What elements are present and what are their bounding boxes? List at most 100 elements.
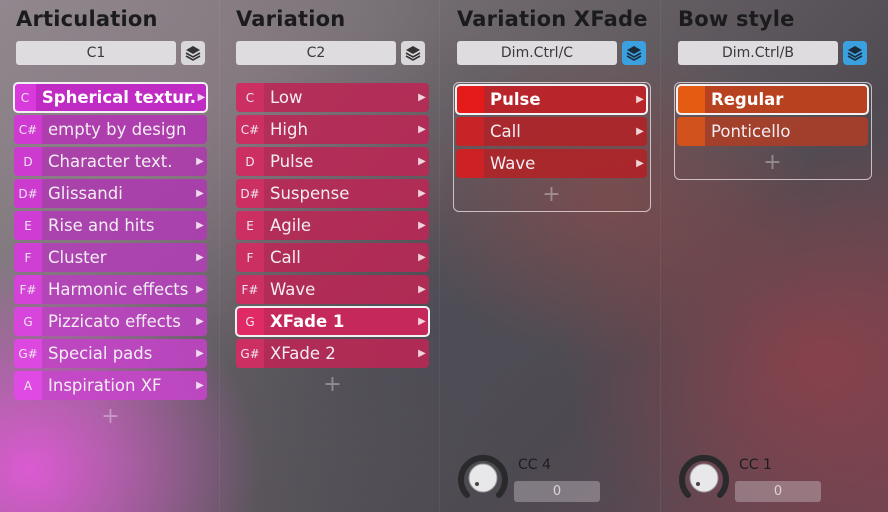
chevron-right-icon: ▶ [418,284,426,295]
key-label: F# [236,275,264,304]
chevron-right-icon: ▶ [418,188,426,199]
xfade-item[interactable]: Wave ▶ [456,149,647,178]
articulation-item[interactable]: A Inspiration XF ▶ [14,371,207,400]
articulation-selector[interactable]: C1 [16,41,176,65]
item-label: Cluster [48,248,107,267]
cc4-value-field[interactable]: 0 [514,481,600,502]
key-label: G# [236,339,264,368]
chevron-right-icon: ▶ [418,220,426,231]
color-swatch [456,85,484,114]
variation-item[interactable]: E Agile ▶ [236,211,429,240]
variation-title: Variation [236,7,346,31]
variation-item[interactable]: C Low ▶ [236,83,429,112]
articulation-item[interactable]: E Rise and hits ▶ [14,211,207,240]
chevron-right-icon: ▶ [418,124,426,135]
chevron-right-icon: ▶ [418,92,426,103]
add-xfade-button[interactable]: + [456,181,647,209]
item-label: Rise and hits [48,216,155,235]
variation-xfade-panel: Pulse ▶ Call ▶ Wave ▶ + [453,82,651,212]
bow-style-layers-button[interactable] [843,41,867,65]
item-label: Regular [711,90,784,109]
key-label: G# [14,339,42,368]
chevron-right-icon: ▶ [197,92,206,103]
variation-item[interactable]: F# Wave ▶ [236,275,429,304]
variation-column: Variation C2 C Low ▶ C# High ▶ D Pulse ▶… [220,0,440,512]
item-label: Pulse [270,152,314,171]
variation-item[interactable]: F Call ▶ [236,243,429,272]
articulation-item[interactable]: D# Glissandi ▶ [14,179,207,208]
key-label: C [14,83,36,112]
articulation-list: C Spherical textur. ▶ C# empty by design… [13,82,208,431]
chevron-right-icon: ▶ [196,348,204,359]
articulation-item[interactable]: C Spherical textur. ▶ [13,82,208,113]
knob-icon [679,454,729,498]
variation-xfade-layers-button[interactable] [622,41,646,65]
cc1-label: CC 1 [739,457,772,473]
variation-selector[interactable]: C2 [236,41,396,65]
layers-icon [626,46,642,61]
item-label: empty by design [48,120,187,139]
color-swatch [456,117,484,146]
key-label: G [236,307,264,336]
articulation-layers-button[interactable] [181,41,205,65]
xfade-item[interactable]: Call ▶ [456,117,647,146]
chevron-right-icon: ▶ [636,94,644,105]
key-label: G [14,307,42,336]
item-label: Spherical textur. [41,88,197,107]
item-label: Glissandi [48,184,123,203]
bow-style-column: Bow style Dim.Ctrl/B Regular Ponticello … [662,0,888,512]
key-label: F [14,243,42,272]
key-label: F# [14,275,42,304]
variation-item[interactable]: G XFade 1 ▶ [235,306,430,337]
variation-xfade-column: Variation XFade Dim.Ctrl/C Pulse ▶ Call … [441,0,661,512]
cc4-knob[interactable] [457,451,509,503]
key-label: D# [236,179,264,208]
item-label: Call [270,248,301,267]
chevron-right-icon: ▶ [196,220,204,231]
chevron-right-icon: ▶ [636,158,644,169]
variation-item[interactable]: D# Suspense ▶ [236,179,429,208]
articulation-item[interactable]: G# Special pads ▶ [14,339,207,368]
add-articulation-button[interactable]: + [14,403,207,431]
variation-item[interactable]: D Pulse ▶ [236,147,429,176]
variation-layers-button[interactable] [401,41,425,65]
bow-style-item[interactable]: Regular [676,84,869,115]
item-label: Character text. [48,152,173,171]
variation-item[interactable]: G# XFade 2 ▶ [236,339,429,368]
variation-xfade-title: Variation XFade [457,7,648,31]
cc1-value-field[interactable]: 0 [735,481,821,502]
key-label: E [236,211,264,240]
item-label: High [270,120,308,139]
chevron-right-icon: ▶ [418,156,426,167]
variation-item[interactable]: C# High ▶ [236,115,429,144]
xfade-item[interactable]: Pulse ▶ [455,84,648,115]
chevron-right-icon: ▶ [196,284,204,295]
articulation-item[interactable]: F# Harmonic effects ▶ [14,275,207,304]
articulation-item[interactable]: D Character text. ▶ [14,147,207,176]
item-label: Low [270,88,303,107]
item-label: Harmonic effects [48,280,189,299]
articulation-item[interactable]: G Pizzicato effects ▶ [14,307,207,336]
bow-style-panel: Regular Ponticello + [674,82,872,180]
item-label: Inspiration XF [48,376,162,395]
item-label: Special pads [48,344,153,363]
item-label: Pulse [490,90,541,109]
item-label: Suspense [270,184,350,203]
articulation-column: Articulation C1 C Spherical textur. ▶ C#… [0,0,220,512]
item-label: Call [490,122,521,141]
key-label: D# [14,179,42,208]
cc1-knob[interactable] [678,451,730,503]
item-label: Agile [270,216,312,235]
bow-style-item[interactable]: Ponticello [677,117,868,146]
item-label: XFade 1 [270,312,345,331]
key-label: D [14,147,42,176]
chevron-right-icon: ▶ [196,188,204,199]
bow-style-selector[interactable]: Dim.Ctrl/B [678,41,838,65]
variation-xfade-selector[interactable]: Dim.Ctrl/C [457,41,617,65]
add-bow-style-button[interactable]: + [677,149,868,177]
articulation-item[interactable]: F Cluster ▶ [14,243,207,272]
key-label: D [236,147,264,176]
articulation-item[interactable]: C# empty by design [14,115,207,144]
key-label: E [14,211,42,240]
add-variation-button[interactable]: + [236,371,429,399]
